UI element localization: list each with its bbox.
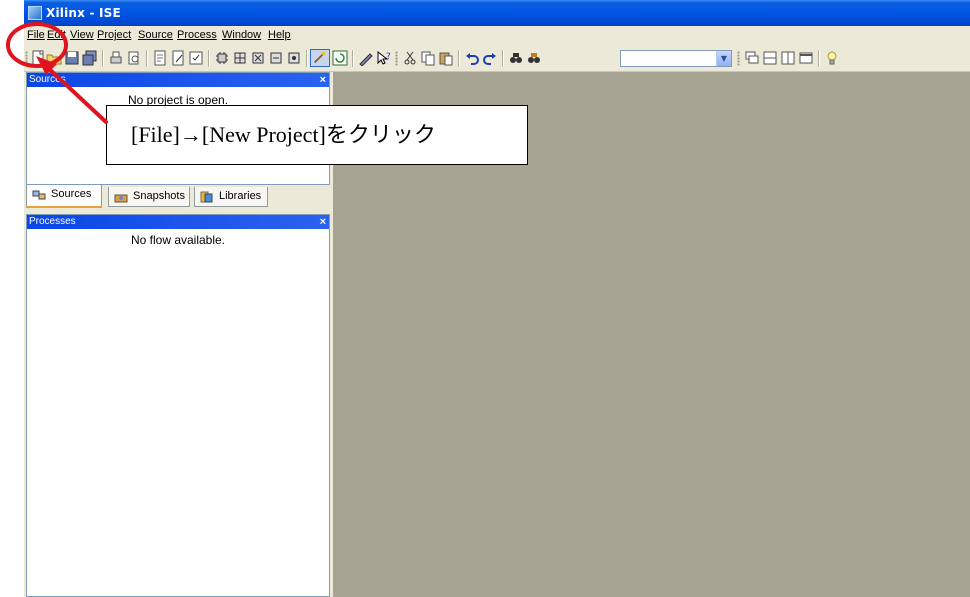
save-icon[interactable] [64, 50, 80, 66]
toolbar-separator [818, 50, 819, 67]
tab-label: Sources [51, 188, 92, 200]
find-icon[interactable] [508, 50, 524, 66]
copy-icon[interactable] [420, 50, 436, 66]
checklist-icon[interactable] [188, 50, 204, 66]
chevron-down-icon[interactable]: ▼ [716, 51, 731, 66]
menu-process[interactable]: Process [175, 29, 219, 41]
toolbar-separator [352, 50, 353, 67]
menu-project[interactable]: Project [95, 29, 133, 41]
svg-text:?: ? [386, 52, 391, 62]
new-file-icon[interactable] [30, 50, 46, 66]
tab-libraries[interactable]: Libraries [194, 187, 268, 207]
close-icon[interactable]: × [320, 215, 326, 229]
maximize-window-icon[interactable] [798, 50, 814, 66]
pen-icon[interactable] [358, 50, 374, 66]
no-flow-message: No flow available. [130, 233, 226, 247]
print-icon[interactable] [108, 50, 124, 66]
wizard-icon[interactable] [310, 49, 330, 67]
search-combo[interactable]: ▼ [620, 50, 732, 67]
tab-label: Snapshots [133, 190, 185, 202]
toolbar-grip[interactable] [25, 51, 28, 66]
cut-icon[interactable] [402, 50, 418, 66]
toolbar-separator [102, 50, 103, 67]
tab-label: Libraries [219, 190, 262, 202]
close-icon[interactable]: × [320, 73, 326, 87]
toolbar-grip[interactable] [395, 51, 398, 66]
cascade-windows-icon[interactable] [744, 50, 760, 66]
save-all-icon[interactable] [82, 50, 98, 66]
implement-icon[interactable] [232, 50, 248, 66]
processes-pane-header: Processes × [27, 215, 329, 229]
find-in-files-icon[interactable] [526, 50, 542, 66]
tile-vertical-icon[interactable] [780, 50, 796, 66]
lightbulb-icon[interactable] [824, 50, 840, 66]
menu-source[interactable]: Source [136, 29, 175, 41]
synthesize-icon[interactable] [250, 50, 266, 66]
open-folder-icon[interactable] [46, 50, 62, 66]
processes-pane: Processes × No flow available. [26, 214, 330, 597]
snapshots-icon [114, 194, 128, 203]
place-route-icon[interactable] [286, 50, 302, 66]
toolbar-grip[interactable] [737, 51, 740, 66]
libraries-icon [200, 191, 213, 203]
tile-horizontal-icon[interactable] [762, 50, 778, 66]
title-bar[interactable]: Xilinx - ISE [24, 0, 970, 26]
toolbar-separator [146, 50, 147, 67]
edit-document-icon[interactable] [170, 50, 186, 66]
toolbar-separator [208, 50, 209, 67]
toolbar-separator [458, 50, 459, 67]
processes-pane-title: Processes [29, 216, 76, 227]
toolbar: ? ▼ [24, 46, 970, 72]
menu-help[interactable]: Help [266, 29, 293, 41]
translate-icon[interactable] [268, 50, 284, 66]
toolbar-separator [502, 50, 503, 67]
menu-file[interactable]: File [25, 29, 47, 41]
menu-view[interactable]: View [68, 29, 96, 41]
sources-tabs: Sources Snapshots Libraries [26, 185, 330, 209]
toolbar-separator [306, 50, 307, 67]
menu-edit[interactable]: Edit [45, 29, 68, 41]
ise-window: Xilinx - ISE File Edit View Project Sour… [24, 0, 970, 597]
sources-pane-title: Sources [29, 74, 66, 85]
chip-icon[interactable] [214, 50, 230, 66]
tab-sources[interactable]: Sources [26, 185, 102, 208]
redo-icon[interactable] [482, 50, 498, 66]
instruction-callout: [File]→[New Project]をクリック [106, 105, 528, 165]
window-title: Xilinx - ISE [46, 6, 121, 20]
sources-icon [32, 190, 46, 200]
help-pointer-icon[interactable]: ? [376, 50, 392, 66]
menu-window[interactable]: Window [220, 29, 263, 41]
paste-icon[interactable] [438, 50, 454, 66]
undo-icon[interactable] [464, 50, 480, 66]
sources-pane-header: Sources × [27, 73, 329, 87]
tab-snapshots[interactable]: Snapshots [108, 187, 190, 207]
menu-bar: File Edit View Project Source Process Wi… [24, 26, 970, 46]
xilinx-app-icon [28, 6, 42, 20]
document-icon[interactable] [152, 50, 168, 66]
refresh-icon[interactable] [332, 50, 348, 66]
print-preview-icon[interactable] [126, 50, 142, 66]
